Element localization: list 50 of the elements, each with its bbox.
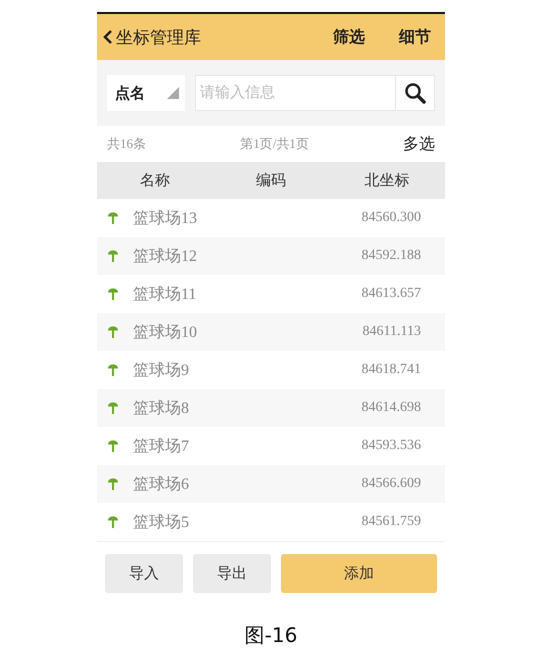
table-row[interactable]: 篮球场12 84592.188 (97, 237, 445, 275)
pin-icon (107, 477, 119, 491)
add-button[interactable]: 添加 (281, 554, 437, 592)
action-button[interactable]: 导入 (105, 554, 183, 592)
pin-icon (107, 515, 119, 529)
north-coordinate-cell-text: 84592.188 (362, 248, 422, 264)
header-action[interactable]: 筛选 (329, 26, 369, 48)
pin-icon (107, 363, 119, 377)
page-indicator: 第1页/共1页 (240, 135, 309, 153)
column-header: 名称 (139, 172, 171, 190)
north-coordinate-cell-text: 84560.300 (362, 210, 422, 226)
multi-select-button[interactable]: 多选 (403, 134, 435, 154)
back-button[interactable]: 坐标管理库 (103, 26, 201, 48)
north-coordinate-cell-text: 84561.759 (362, 514, 422, 530)
total-count: 共16条 (107, 135, 146, 153)
table-row[interactable]: 篮球场10 84611.113 (97, 313, 445, 351)
north-coordinate-cell-text: 84611.113 (362, 324, 422, 340)
pin-icon (107, 287, 119, 301)
search-button[interactable] (395, 75, 435, 111)
name-cell-text: 篮球场6 (133, 474, 189, 494)
table-row[interactable]: 篮球场8 84614.698 (97, 389, 445, 427)
dropdown-icon (167, 87, 179, 99)
name-cell-text: 篮球场7 (133, 436, 189, 456)
pin-icon (107, 249, 119, 263)
name-cell-text: 篮球场8 (133, 398, 189, 418)
pin-icon (107, 211, 119, 225)
north-coordinate-cell-text: 84593.536 (362, 438, 422, 454)
column-header: 北坐标 (364, 172, 410, 190)
search-icon (404, 82, 426, 104)
action-button[interactable]: 导出 (193, 554, 271, 592)
name-cell-text: 篮球场13 (133, 208, 197, 228)
name-cell-text: 篮球场5 (133, 512, 189, 532)
name-cell-text: 篮球场11 (133, 284, 196, 304)
north-coordinate-cell-text: 84614.698 (362, 400, 422, 416)
north-coordinate-cell-text: 84566.609 (362, 476, 422, 492)
pin-icon (107, 439, 119, 453)
north-coordinate-cell-text: 84613.657 (362, 286, 422, 302)
pin-icon (107, 401, 119, 415)
north-coordinate-cell-text: 84618.741 (362, 362, 422, 378)
figure-caption: 图-16 (244, 622, 298, 649)
name-cell-text: 篮球场10 (133, 322, 197, 342)
header-action[interactable]: 细节 (395, 26, 435, 48)
pin-icon (107, 325, 119, 339)
table-row[interactable]: 篮球场6 84566.609 (97, 465, 445, 503)
name-cell-text: 篮球场12 (133, 246, 197, 266)
back-icon (103, 30, 113, 44)
column-header: 编码 (255, 172, 287, 190)
field-dropdown[interactable]: 点名 (107, 75, 185, 111)
search-field[interactable]: 请输入信息 (195, 75, 395, 111)
name-cell-text: 篮球场9 (133, 360, 189, 380)
